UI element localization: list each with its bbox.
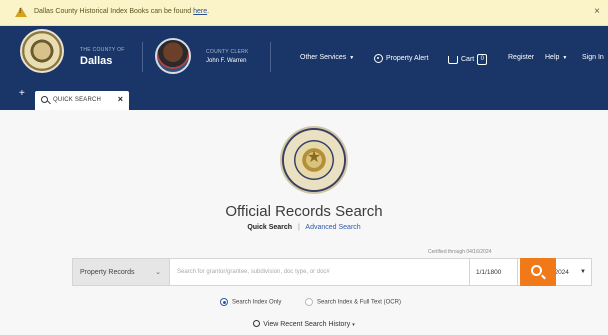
cart-icon: [448, 55, 458, 64]
clerk-portrait: [155, 38, 191, 74]
radio-unselected[interactable]: [305, 298, 314, 306]
nav-other-services[interactable]: Other Services ▼: [300, 54, 354, 61]
search-icon: [531, 265, 542, 276]
county-name: Dallas: [80, 55, 113, 67]
add-tab-icon[interactable]: +: [19, 88, 25, 99]
clerk-label-small: COUNTY CLERK: [206, 49, 249, 55]
nav-register[interactable]: Register: [508, 54, 534, 61]
notice-message: Dallas County Historical Index Books can…: [34, 8, 210, 15]
caret-down-icon: ▼: [349, 54, 355, 61]
radio-full-text[interactable]: Search Index & Full Text (OCR): [305, 298, 401, 306]
notice-link[interactable]: here: [193, 8, 207, 15]
search-mode-links: Quick Search | Advanced Search: [0, 224, 608, 231]
radio-selected[interactable]: [220, 298, 228, 306]
certified-date: Certified through 04/16/2024: [428, 249, 492, 255]
link-separator: |: [298, 224, 300, 231]
county-seal-emblem: ★: [280, 126, 348, 194]
quick-search-link[interactable]: Quick Search: [247, 224, 292, 231]
tab-quick-search[interactable]: QUICK SEARCH ×: [35, 91, 129, 110]
caret-down-icon: ▼: [562, 54, 568, 61]
advanced-search-link[interactable]: Advanced Search: [305, 224, 360, 231]
search-scope-options: Search Index Only Search Index & Full Te…: [220, 298, 423, 306]
site-header: THE COUNTY OF Dallas COUNTY CLERK John F…: [0, 26, 608, 88]
date-from-field[interactable]: 1/1/1800: [470, 258, 518, 286]
caret-down-icon: ▼: [580, 269, 586, 275]
nav-help[interactable]: Help ▼: [545, 54, 567, 61]
county-label-small: THE COUNTY OF: [80, 47, 125, 53]
shield-icon: [374, 54, 383, 63]
close-tab-icon[interactable]: ×: [118, 94, 123, 104]
tab-label: QUICK SEARCH: [53, 97, 102, 103]
clerk-name: John F. Warren: [206, 58, 247, 64]
nav-sign-in[interactable]: Sign In: [582, 54, 604, 61]
notice-bar: Dallas County Historical Index Books can…: [0, 0, 608, 26]
cart-count-badge: 0: [477, 54, 488, 65]
search-tabs-bar: + QUICK SEARCH ×: [0, 88, 608, 110]
close-notice-icon[interactable]: ×: [594, 6, 600, 17]
recent-search-history-link[interactable]: View Recent Search History ▾: [0, 320, 608, 328]
search-icon: [41, 96, 48, 103]
warning-icon: [15, 7, 27, 17]
chevron-down-icon: ⌄: [155, 269, 161, 276]
caret-down-icon: ▾: [352, 322, 355, 328]
nav-cart[interactable]: Cart 0: [448, 54, 488, 65]
header-divider: [270, 42, 271, 72]
main-content: ★ Official Records Search Quick Search |…: [0, 110, 608, 335]
record-type-select[interactable]: Property Records ⌄: [72, 258, 170, 286]
header-divider: [142, 42, 143, 72]
page-title: Official Records Search: [225, 203, 383, 220]
search-input[interactable]: Search for grantor/grantee, subdivision,…: [170, 258, 470, 286]
nav-property-alert[interactable]: Property Alert: [374, 54, 428, 63]
search-button[interactable]: [520, 258, 556, 286]
county-seal-logo[interactable]: [20, 29, 64, 73]
radio-index-only[interactable]: Search Index Only: [220, 298, 281, 306]
history-icon: [253, 320, 261, 327]
